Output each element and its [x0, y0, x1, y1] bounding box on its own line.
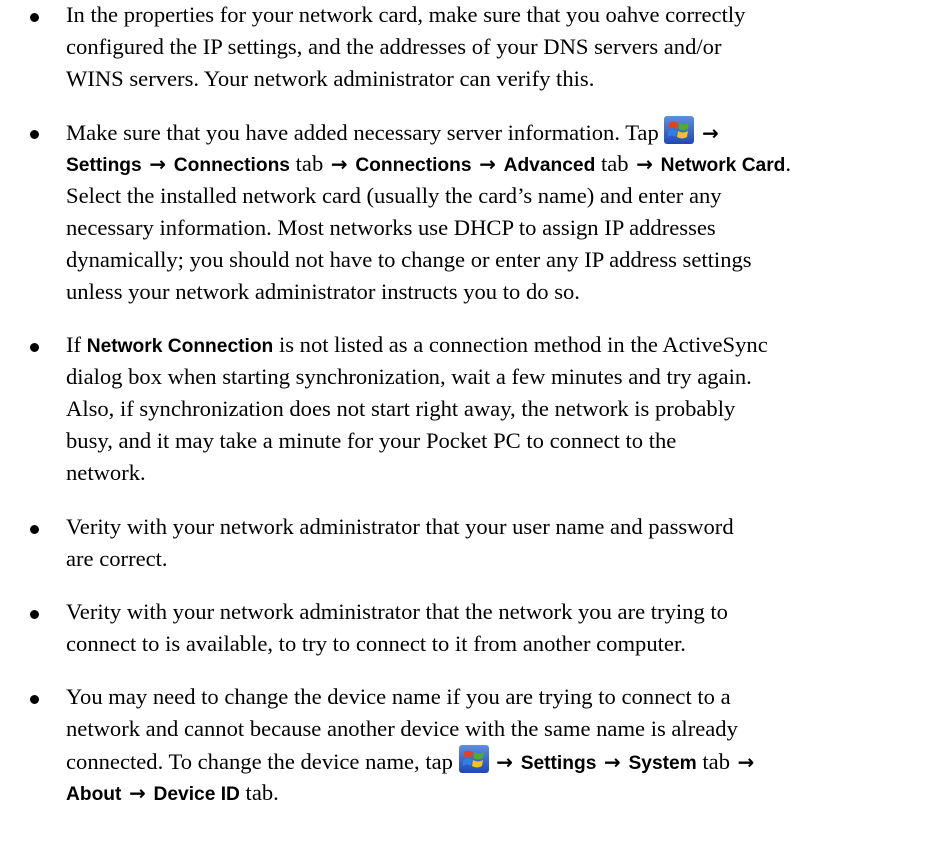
device-id-label: Device ID	[153, 784, 240, 805]
line: busy, and it may take a minute for your …	[66, 428, 677, 453]
line: unless your network administrator instru…	[66, 279, 580, 304]
arrow-icon: →	[149, 152, 167, 176]
line: connected. To change the device name, ta…	[66, 745, 938, 781]
line: dynamically; you should not have to chan…	[66, 247, 752, 272]
bullet-icon	[30, 695, 39, 704]
line: Select the installed network card (usual…	[66, 183, 722, 208]
document-page: In the properties for your network card,…	[0, 0, 942, 842]
tab-word: tab.	[245, 780, 279, 805]
line-text: Make sure that you have added necessary …	[66, 120, 659, 145]
bullet-icon	[30, 610, 39, 619]
bullet-icon	[30, 130, 39, 139]
settings-label: Settings	[520, 753, 597, 774]
windows-start-icon	[458, 745, 489, 773]
line: connect to is available, to try to conne…	[66, 631, 686, 656]
line-text: connected. To change the device name, ta…	[66, 749, 453, 774]
windows-start-icon	[664, 116, 695, 144]
settings-label: Settings	[66, 155, 142, 176]
line: Make sure that you have added necessary …	[66, 116, 938, 150]
bullet-icon	[30, 13, 39, 22]
line: network.	[66, 460, 146, 485]
tab-word: tab	[600, 151, 629, 176]
bullet-icon	[30, 525, 39, 534]
line: About → Device ID tab.	[66, 777, 938, 812]
line: You may need to change the device name i…	[66, 684, 731, 709]
line: WINS servers. Your network administrator…	[66, 66, 595, 91]
arrow-icon: →	[636, 152, 653, 176]
tab-word: tab	[702, 749, 730, 774]
line: network and cannot because another devic…	[66, 716, 738, 741]
advanced-label: Advanced	[503, 155, 596, 176]
about-label: About	[66, 784, 122, 805]
line: necessary information. Most networks use…	[66, 215, 716, 240]
connections-label: Connections	[173, 155, 290, 176]
line: If Network Connection is not listed as a…	[66, 329, 938, 364]
arrow-icon: →	[330, 152, 348, 176]
arrow-icon: →	[129, 781, 146, 805]
line: Also, if synchronization does not start …	[66, 396, 736, 421]
line: configured the IP settings, and the addr…	[66, 34, 722, 59]
arrow-icon: →	[479, 152, 496, 176]
navigation-path: Settings → Connections tab → Connections…	[66, 148, 938, 183]
arrow-icon: →	[496, 750, 514, 774]
network-connection-label: Network Connection	[86, 336, 274, 357]
tab-word: tab	[295, 151, 324, 176]
line-text: is not listed as a connection method in …	[278, 332, 768, 357]
network-card-label: Network Card	[660, 155, 786, 176]
connections-label: Connections	[355, 155, 472, 176]
line: In the properties for your network card,…	[66, 2, 746, 27]
period: .	[785, 151, 792, 176]
line: are correct.	[66, 546, 168, 571]
line: dialog box when starting synchronization…	[66, 364, 752, 389]
bullet-icon	[30, 343, 39, 352]
system-label: System	[628, 753, 697, 774]
line: Verity with your network administrator t…	[66, 599, 728, 624]
arrow-icon: →	[737, 750, 755, 774]
line-text: If	[66, 332, 82, 357]
arrow-icon: →	[604, 750, 621, 774]
arrow-icon: →	[702, 121, 719, 145]
line: Verity with your network administrator t…	[66, 514, 734, 539]
